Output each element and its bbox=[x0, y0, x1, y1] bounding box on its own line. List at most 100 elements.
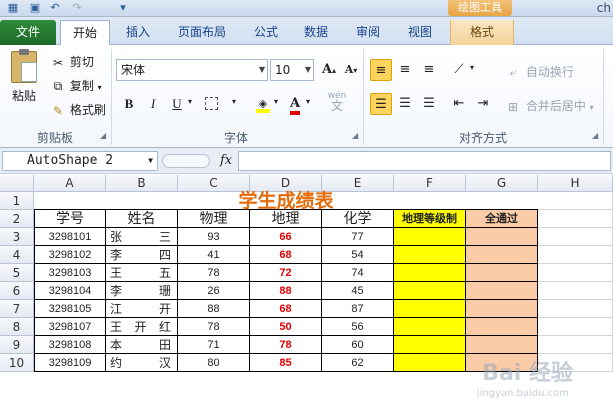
align-middle-button[interactable]: ≡ bbox=[394, 59, 416, 81]
header-physics[interactable]: 物理 bbox=[178, 210, 250, 228]
column-header-G[interactable]: G bbox=[466, 175, 538, 192]
merge-dropdown-icon[interactable]: ▾ bbox=[590, 103, 594, 112]
chemistry-score-cell[interactable]: 62 bbox=[322, 354, 394, 372]
student-name-cell[interactable]: 王五 bbox=[106, 264, 178, 282]
geography-score-cell[interactable]: 50 bbox=[250, 318, 322, 336]
row-header-2[interactable]: 2 bbox=[0, 210, 34, 228]
geography-grade-cell[interactable] bbox=[394, 264, 466, 282]
row-header-5[interactable]: 5 bbox=[0, 264, 34, 282]
student-name-cell[interactable]: 本田 bbox=[106, 336, 178, 354]
header-all-pass[interactable]: 全通过 bbox=[466, 210, 538, 228]
undo-icon[interactable]: ↶ bbox=[48, 1, 62, 15]
insert-function-button[interactable]: fx bbox=[220, 151, 232, 171]
tab-view[interactable]: 视图 bbox=[400, 20, 440, 45]
geography-grade-cell[interactable] bbox=[394, 336, 466, 354]
all-pass-cell[interactable] bbox=[466, 336, 538, 354]
row-header-4[interactable]: 4 bbox=[0, 246, 34, 264]
underline-button[interactable]: U bbox=[166, 93, 188, 115]
physics-score-cell[interactable]: 93 bbox=[178, 228, 250, 246]
paste-button[interactable]: 粘贴 bbox=[6, 49, 42, 104]
row-header-9[interactable]: 9 bbox=[0, 336, 34, 354]
orientation-button[interactable]: ⟋ bbox=[448, 59, 470, 81]
save-icon[interactable]: ▣ bbox=[28, 1, 42, 15]
orientation-dropdown-icon[interactable]: ▾ bbox=[470, 63, 474, 72]
chemistry-score-cell[interactable]: 87 bbox=[322, 300, 394, 318]
cell[interactable] bbox=[538, 264, 613, 282]
column-header-B[interactable]: B bbox=[106, 175, 178, 192]
fill-color-button[interactable]: ◈ bbox=[252, 93, 274, 115]
all-pass-cell[interactable] bbox=[466, 264, 538, 282]
header-name[interactable]: 姓名 bbox=[106, 210, 178, 228]
chemistry-score-cell[interactable]: 56 bbox=[322, 318, 394, 336]
physics-score-cell[interactable]: 41 bbox=[178, 246, 250, 264]
physics-score-cell[interactable]: 88 bbox=[178, 300, 250, 318]
geography-score-cell[interactable]: 72 bbox=[250, 264, 322, 282]
italic-button[interactable]: I bbox=[142, 93, 164, 115]
student-id-cell[interactable]: 3298101 bbox=[34, 228, 106, 246]
grow-font-button[interactable]: A▴ bbox=[318, 59, 340, 81]
cell[interactable] bbox=[538, 300, 613, 318]
row-header-1[interactable]: 1 bbox=[0, 192, 34, 210]
copy-button[interactable]: ⧉ 复制 ▾ bbox=[50, 77, 102, 94]
chemistry-score-cell[interactable]: 77 bbox=[322, 228, 394, 246]
alignment-launcher-icon[interactable]: ◢ bbox=[592, 131, 598, 140]
header-student-id[interactable]: 学号 bbox=[34, 210, 106, 228]
student-id-cell[interactable]: 3298107 bbox=[34, 318, 106, 336]
copy-dropdown-icon[interactable]: ▾ bbox=[98, 83, 102, 92]
physics-score-cell[interactable]: 26 bbox=[178, 282, 250, 300]
formula-bar-handle-icon[interactable] bbox=[162, 154, 210, 168]
align-left-button[interactable]: ☰ bbox=[370, 93, 392, 115]
quick-access-dropdown-icon[interactable]: ▾ bbox=[116, 1, 130, 15]
phonetic-guide-button[interactable]: wén 文 bbox=[326, 91, 348, 113]
geography-score-cell[interactable]: 66 bbox=[250, 228, 322, 246]
font-color-dropdown-icon[interactable]: ▾ bbox=[306, 97, 310, 106]
geography-grade-cell[interactable] bbox=[394, 282, 466, 300]
all-pass-cell[interactable] bbox=[466, 282, 538, 300]
cell[interactable] bbox=[538, 246, 613, 264]
select-all-corner[interactable] bbox=[0, 175, 34, 192]
chemistry-score-cell[interactable]: 60 bbox=[322, 336, 394, 354]
cell[interactable] bbox=[538, 282, 613, 300]
header-geography-grade[interactable]: 地理等级制 bbox=[394, 210, 466, 228]
physics-score-cell[interactable]: 78 bbox=[178, 318, 250, 336]
row-header-7[interactable]: 7 bbox=[0, 300, 34, 318]
row-header-3[interactable]: 3 bbox=[0, 228, 34, 246]
tab-format[interactable]: 格式 bbox=[450, 20, 514, 45]
column-header-A[interactable]: A bbox=[34, 175, 106, 192]
row-header-8[interactable]: 8 bbox=[0, 318, 34, 336]
align-bottom-button[interactable]: ≡ bbox=[418, 59, 440, 81]
clipboard-launcher-icon[interactable]: ◢ bbox=[100, 131, 106, 140]
student-name-cell[interactable]: 约汉 bbox=[106, 354, 178, 372]
geography-score-cell[interactable]: 68 bbox=[250, 246, 322, 264]
tab-home[interactable]: 开始 bbox=[60, 20, 110, 45]
student-id-cell[interactable]: 3298109 bbox=[34, 354, 106, 372]
tab-formulas[interactable]: 公式 bbox=[246, 20, 286, 45]
student-id-cell[interactable]: 3298103 bbox=[34, 264, 106, 282]
chemistry-score-cell[interactable]: 45 bbox=[322, 282, 394, 300]
cell[interactable] bbox=[538, 336, 613, 354]
align-center-button[interactable]: ☰ bbox=[394, 93, 416, 115]
header-geography[interactable]: 地理 bbox=[250, 210, 322, 228]
header-chemistry[interactable]: 化学 bbox=[322, 210, 394, 228]
all-pass-cell[interactable] bbox=[466, 228, 538, 246]
cut-button[interactable]: ✂ 剪切 bbox=[50, 53, 94, 70]
student-id-cell[interactable]: 3298105 bbox=[34, 300, 106, 318]
geography-grade-cell[interactable] bbox=[394, 300, 466, 318]
student-name-cell[interactable]: 李四 bbox=[106, 246, 178, 264]
font-color-button[interactable]: A bbox=[284, 93, 306, 115]
increase-indent-button[interactable]: ⇥ bbox=[472, 93, 494, 115]
tab-data[interactable]: 数据 bbox=[296, 20, 336, 45]
cell[interactable] bbox=[538, 192, 613, 210]
tab-file[interactable]: 文件 bbox=[0, 20, 56, 45]
format-painter-button[interactable]: ✎ 格式刷 bbox=[50, 101, 106, 118]
cell[interactable] bbox=[538, 318, 613, 336]
geography-score-cell[interactable]: 88 bbox=[250, 282, 322, 300]
student-name-cell[interactable]: 李珊 bbox=[106, 282, 178, 300]
font-size-select[interactable]: 10 ▼ bbox=[270, 59, 314, 81]
geography-score-cell[interactable]: 68 bbox=[250, 300, 322, 318]
wrap-text-button[interactable]: ⤶ 自动换行 bbox=[504, 63, 574, 80]
align-right-button[interactable]: ☰ bbox=[418, 93, 440, 115]
underline-dropdown-icon[interactable]: ▾ bbox=[188, 97, 192, 106]
chemistry-score-cell[interactable]: 54 bbox=[322, 246, 394, 264]
student-id-cell[interactable]: 3298104 bbox=[34, 282, 106, 300]
